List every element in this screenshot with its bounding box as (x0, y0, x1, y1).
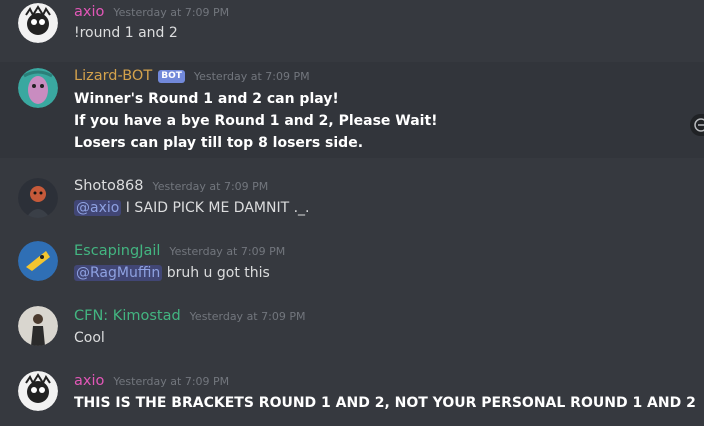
author-name[interactable]: axio (74, 373, 104, 389)
bot-tag: BOT (158, 70, 185, 83)
author-name[interactable]: EscapingJail (74, 243, 160, 259)
timestamp: Yesterday at 7:09 PM (193, 70, 310, 83)
timestamp: Yesterday at 7:09 PM (113, 375, 230, 388)
timestamp: Yesterday at 7:09 PM (152, 180, 269, 193)
avatar-lizard-bot[interactable] (18, 68, 58, 108)
message-lizard-bot: Lizard-BOT BOT Yesterday at 7:09 PM Winn… (0, 62, 704, 158)
message-shoto868: Shoto868 Yesterday at 7:09 PM @axio I SA… (0, 172, 704, 226)
message-text: I SAID PICK ME DAMNIT ._. (121, 200, 310, 216)
message-escapingjail: EscapingJail Yesterday at 7:09 PM @RagMu… (0, 237, 704, 291)
message-content: THIS IS THE BRACKETS ROUND 1 AND 2, NOT … (74, 395, 696, 411)
timestamp: Yesterday at 7:09 PM (189, 310, 306, 323)
avatar-axio[interactable] (18, 3, 58, 43)
message-content: Cool (74, 330, 105, 346)
message-axio-1: axio Yesterday at 7:09 PM !round 1 and 2 (0, 0, 704, 56)
user-mention[interactable]: @RagMuffin (74, 265, 163, 281)
avatar-kimostad[interactable] (18, 306, 58, 346)
message-content: @RagMuffin bruh u got this (74, 265, 270, 281)
author-name[interactable]: Lizard-BOT (74, 68, 152, 84)
message-line: Losers can play till top 8 losers side. (74, 135, 364, 151)
avatar-shoto868[interactable] (18, 178, 58, 218)
message-options-icon[interactable] (690, 114, 704, 136)
user-mention[interactable]: @axio (74, 200, 122, 216)
message-line: Winner's Round 1 and 2 can play! (74, 91, 339, 107)
author-name[interactable]: axio (74, 4, 104, 20)
message-text: bruh u got this (162, 265, 270, 281)
timestamp: Yesterday at 7:09 PM (113, 6, 230, 19)
message-content: !round 1 and 2 (74, 25, 178, 41)
author-name[interactable]: CFN: Kimostad (74, 308, 181, 324)
message-kimostad: CFN: Kimostad Yesterday at 7:09 PM Cool (0, 302, 704, 356)
message-content: @axio I SAID PICK ME DAMNIT ._. (74, 200, 310, 216)
message-line: If you have a bye Round 1 and 2, Please … (74, 113, 438, 129)
avatar-axio[interactable] (18, 371, 58, 411)
timestamp: Yesterday at 7:09 PM (169, 245, 286, 258)
avatar-escapingjail[interactable] (18, 241, 58, 281)
author-name[interactable]: Shoto868 (74, 178, 144, 194)
message-axio-2: axio Yesterday at 7:09 PM THIS IS THE BR… (0, 367, 704, 426)
